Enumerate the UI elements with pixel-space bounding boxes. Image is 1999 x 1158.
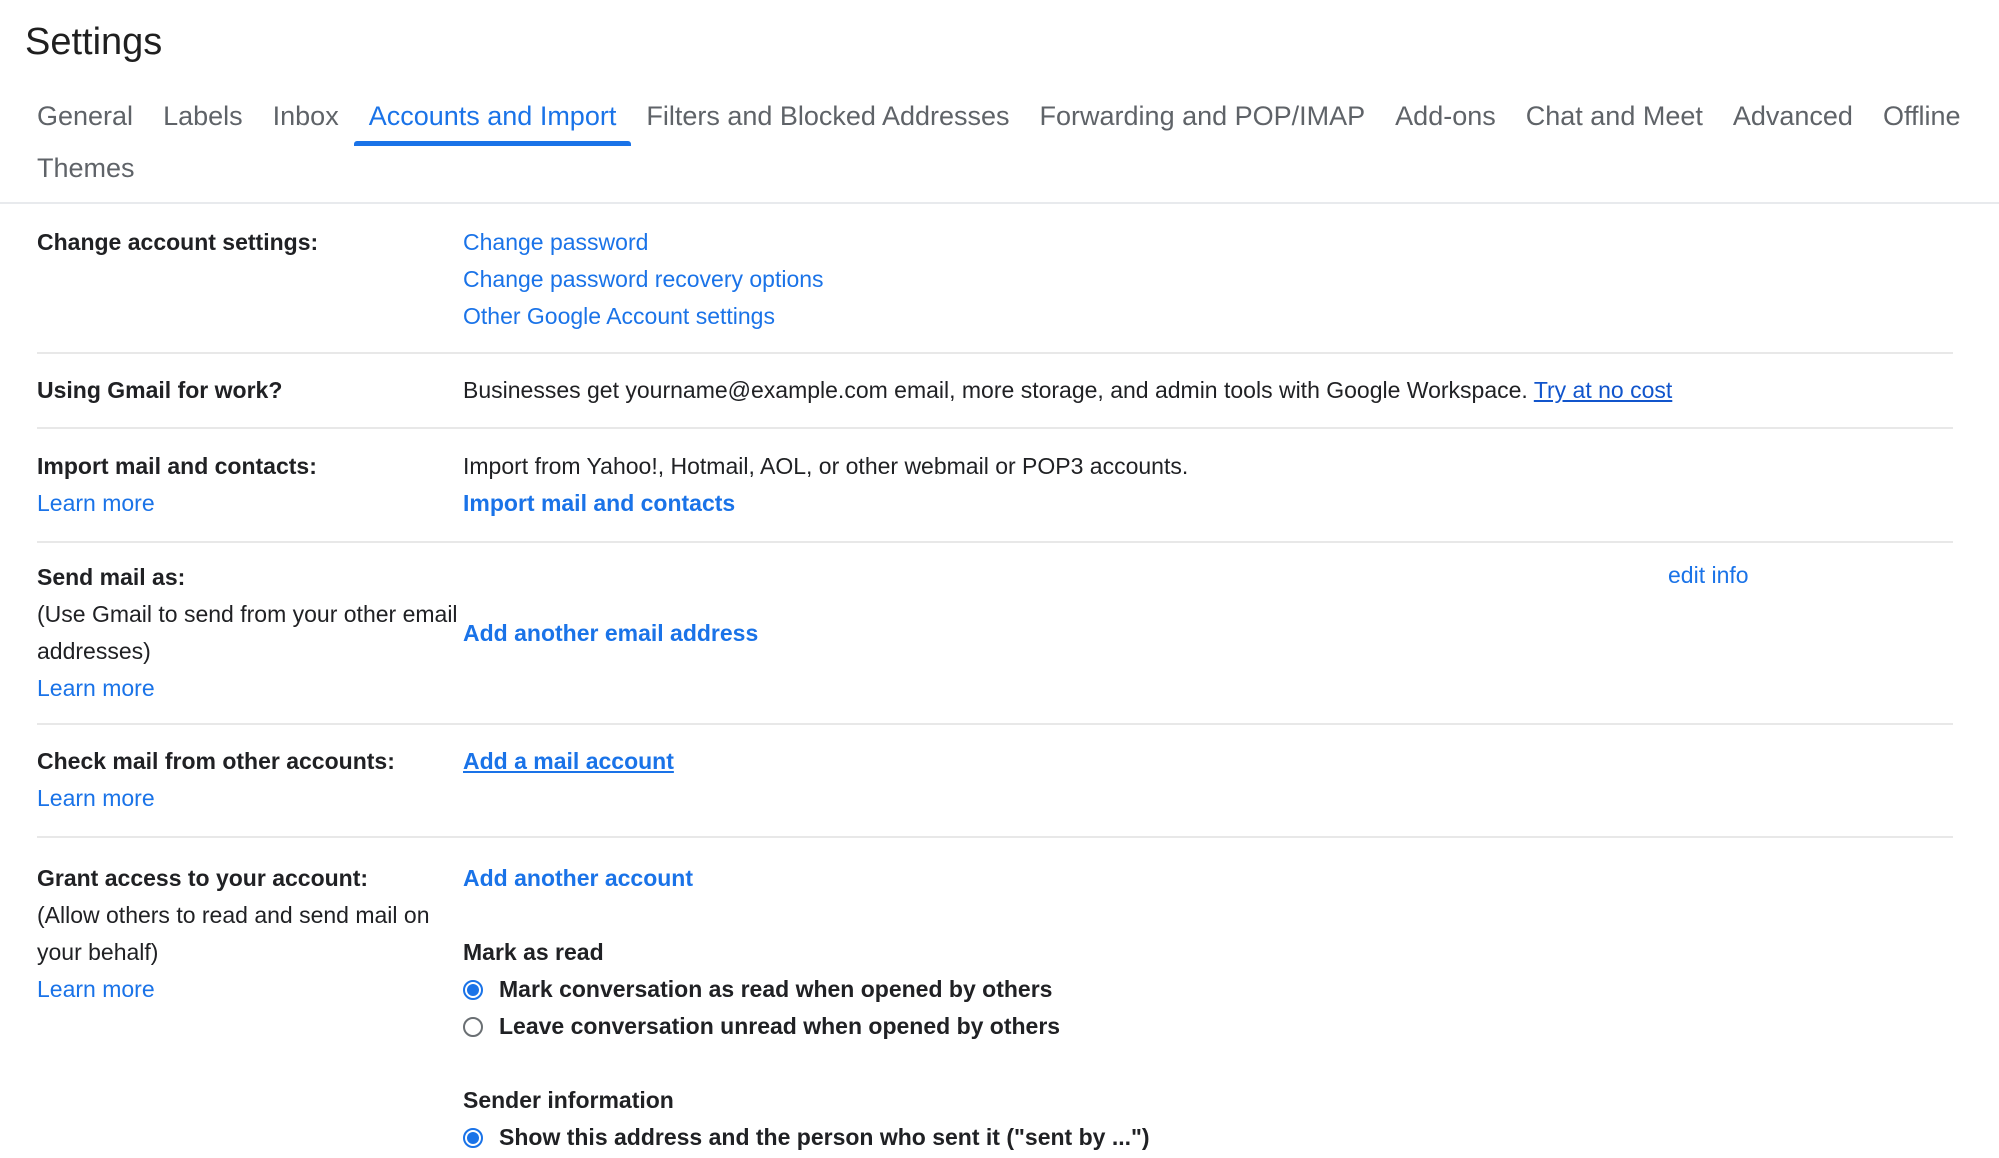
radio-option-label: Leave conversation unread when opened by… bbox=[499, 1008, 1060, 1045]
tab-row-2: Themes bbox=[37, 154, 1999, 182]
send-mail-as-note: (Use Gmail to send from your other email… bbox=[37, 596, 463, 670]
section-grant-access: Grant access to your account: (Allow oth… bbox=[37, 838, 1953, 1156]
import-learn-more-link[interactable]: Learn more bbox=[37, 485, 463, 522]
section-content-column: Add a mail account bbox=[463, 743, 1953, 817]
radio-unchecked-icon[interactable] bbox=[463, 1017, 483, 1037]
edit-info-link[interactable]: edit info bbox=[1668, 557, 1749, 594]
section-check-mail-from-other-accounts: Check mail from other accounts: Learn mo… bbox=[37, 725, 1953, 838]
grant-access-learn-more-link[interactable]: Learn more bbox=[37, 971, 463, 1008]
tab-advanced[interactable]: Advanced bbox=[1733, 102, 1853, 130]
grant-access-note: (Allow others to read and send mail on y… bbox=[37, 897, 463, 971]
send-mail-as-label: Send mail as: bbox=[37, 559, 463, 596]
radio-option-show-address[interactable]: Show this address and the person who sen… bbox=[463, 1119, 1953, 1156]
radio-checked-icon[interactable] bbox=[463, 1128, 483, 1148]
radio-checked-icon[interactable] bbox=[463, 980, 483, 1000]
tab-themes[interactable]: Themes bbox=[37, 154, 135, 182]
page-title: Settings bbox=[25, 18, 1999, 66]
section-using-gmail-for-work: Using Gmail for work? Businesses get you… bbox=[37, 354, 1953, 429]
import-mail-and-contacts-link[interactable]: Import mail and contacts bbox=[463, 485, 1953, 522]
section-content-column: Import from Yahoo!, Hotmail, AOL, or oth… bbox=[463, 448, 1953, 522]
add-another-account-link[interactable]: Add another account bbox=[463, 860, 1953, 897]
radio-option-label: Mark conversation as read when opened by… bbox=[499, 971, 1052, 1008]
workspace-promo-text: Businesses get yourname@example.com emai… bbox=[463, 377, 1528, 403]
section-import-mail-and-contacts: Import mail and contacts: Learn more Imp… bbox=[37, 429, 1953, 543]
using-gmail-for-work-label: Using Gmail for work? bbox=[37, 372, 463, 409]
section-send-mail-as: Send mail as: (Use Gmail to send from yo… bbox=[37, 543, 1953, 725]
add-another-email-address-link[interactable]: Add another email address bbox=[463, 615, 758, 652]
radio-option-label: Show this address and the person who sen… bbox=[499, 1119, 1150, 1156]
spacer bbox=[463, 897, 1953, 934]
section-content-column: Businesses get yourname@example.com emai… bbox=[463, 372, 1953, 409]
tab-offline[interactable]: Offline bbox=[1883, 102, 1961, 130]
section-label-column: Import mail and contacts: Learn more bbox=[37, 448, 463, 522]
change-account-settings-label: Change account settings: bbox=[37, 224, 463, 261]
check-mail-learn-more-link[interactable]: Learn more bbox=[37, 780, 463, 817]
change-password-link[interactable]: Change password bbox=[463, 224, 1953, 261]
tab-row-1: General Labels Inbox Accounts and Import… bbox=[37, 102, 1999, 130]
tab-filters-and-blocked-addresses[interactable]: Filters and Blocked Addresses bbox=[646, 102, 1009, 130]
section-change-account-settings: Change account settings: Change password… bbox=[37, 204, 1953, 354]
tab-inbox[interactable]: Inbox bbox=[273, 102, 339, 130]
section-content-column: Change password Change password recovery… bbox=[463, 224, 1953, 335]
section-label-column: Using Gmail for work? bbox=[37, 372, 463, 409]
tab-general[interactable]: General bbox=[37, 102, 133, 130]
change-password-recovery-options-link[interactable]: Change password recovery options bbox=[463, 261, 1953, 298]
tab-labels[interactable]: Labels bbox=[163, 102, 243, 130]
add-a-mail-account-link[interactable]: Add a mail account bbox=[463, 748, 674, 774]
section-label-column: Change account settings: bbox=[37, 224, 463, 335]
import-description-text: Import from Yahoo!, Hotmail, AOL, or oth… bbox=[463, 448, 1953, 485]
check-mail-label: Check mail from other accounts: bbox=[37, 743, 463, 780]
mark-as-read-heading: Mark as read bbox=[463, 934, 1953, 971]
send-mail-as-learn-more-link[interactable]: Learn more bbox=[37, 670, 463, 707]
section-label-column: Send mail as: (Use Gmail to send from yo… bbox=[37, 559, 463, 707]
section-label-column: Grant access to your account: (Allow oth… bbox=[37, 860, 463, 1156]
import-mail-and-contacts-label: Import mail and contacts: bbox=[37, 448, 463, 485]
section-content-column: Add another account Mark as read Mark co… bbox=[463, 860, 1953, 1156]
other-google-account-settings-link[interactable]: Other Google Account settings bbox=[463, 298, 1953, 335]
section-label-column: Check mail from other accounts: Learn mo… bbox=[37, 743, 463, 817]
try-at-no-cost-link[interactable]: Try at no cost bbox=[1534, 377, 1672, 403]
tab-add-ons[interactable]: Add-ons bbox=[1395, 102, 1496, 130]
radio-option-leave-unread[interactable]: Leave conversation unread when opened by… bbox=[463, 1008, 1953, 1045]
tab-accounts-and-import[interactable]: Accounts and Import bbox=[369, 102, 617, 130]
spacer bbox=[463, 1045, 1953, 1082]
sender-information-heading: Sender information bbox=[463, 1082, 1953, 1119]
tab-chat-and-meet[interactable]: Chat and Meet bbox=[1526, 102, 1703, 130]
radio-option-mark-as-read[interactable]: Mark conversation as read when opened by… bbox=[463, 971, 1953, 1008]
tab-forwarding-and-pop-imap[interactable]: Forwarding and POP/IMAP bbox=[1040, 102, 1366, 130]
settings-tabs: General Labels Inbox Accounts and Import… bbox=[37, 102, 1999, 182]
grant-access-label: Grant access to your account: bbox=[37, 860, 463, 897]
